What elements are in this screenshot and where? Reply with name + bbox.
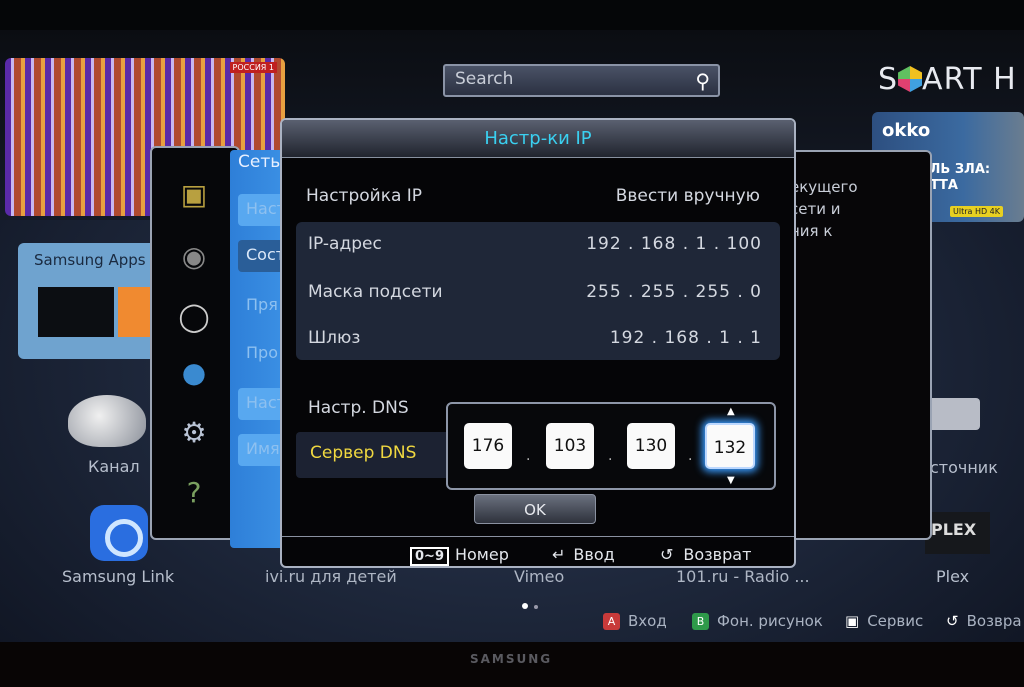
hint-label: Номер bbox=[454, 545, 509, 564]
octet-separator: . bbox=[526, 448, 531, 464]
green-b-button-icon: B bbox=[692, 613, 709, 630]
dns-octet-4[interactable]: 132 bbox=[705, 423, 755, 469]
settings-category-column: ▣ ◉ ◯ ● ⚙ ? bbox=[150, 146, 240, 540]
gear-icon[interactable]: ⚙ bbox=[172, 414, 216, 452]
dns-server-label: Сервер DNS bbox=[310, 443, 417, 463]
octet-separator: . bbox=[608, 448, 613, 464]
ip-setting-label: Настройка IP bbox=[306, 186, 423, 206]
tile-label-samsung-link: Samsung Link bbox=[62, 567, 175, 586]
increment-arrow-icon[interactable]: ▲ bbox=[727, 406, 735, 417]
channel-logo: РОССИЯ 1 bbox=[229, 62, 277, 73]
network-globe-icon[interactable]: ● bbox=[172, 354, 216, 392]
tile-label-ivi: ivi.ru для детей bbox=[265, 567, 397, 586]
description-text: екущего bbox=[790, 178, 858, 196]
tile-label-101ru: 101.ru - Radio ... bbox=[676, 567, 810, 586]
dns-setting-label: Настр. DNS bbox=[308, 398, 409, 418]
bottom-hint-return[interactable]: ↺ Возвра bbox=[946, 612, 1022, 630]
dns-octet-3[interactable]: 130 bbox=[627, 423, 675, 469]
plex-logo: PLEX bbox=[931, 520, 977, 539]
gateway-value[interactable]: 192 . 168 . 1 . 1 bbox=[610, 328, 762, 348]
hint-label: Возврат bbox=[683, 545, 752, 564]
subnet-mask-label: Маска подсети bbox=[308, 282, 443, 302]
picture-icon[interactable]: ▣ bbox=[172, 176, 216, 214]
bottom-hint-tools[interactable]: ▣ Сервис bbox=[845, 612, 923, 630]
hint-label: Вход bbox=[628, 612, 667, 630]
return-icon: ↺ bbox=[946, 612, 959, 630]
smart-hub-cube-icon bbox=[898, 66, 923, 92]
dialog-footer: 0~9 Номер ↵ Ввод ↺ Возврат bbox=[282, 536, 794, 566]
return-icon: ↺ bbox=[660, 545, 674, 564]
ip-settings-dialog: Настр-ки IP Настройка IP Ввести вручную … bbox=[280, 118, 796, 568]
samsung-logo: SAMSUNG bbox=[470, 652, 553, 666]
dns-server-row[interactable]: Сервер DNS bbox=[296, 432, 448, 478]
broadcast-icon[interactable]: ◯ bbox=[172, 298, 216, 336]
tools-icon: ▣ bbox=[845, 612, 860, 630]
page-dot-active[interactable] bbox=[522, 603, 528, 609]
subnet-mask-value[interactable]: 255 . 255 . 255 . 0 bbox=[586, 282, 762, 302]
okko-badge: Ultra HD 4K bbox=[950, 206, 1004, 217]
okko-logo: okko bbox=[882, 120, 931, 141]
dialog-header: Настр-ки IP bbox=[282, 120, 794, 158]
decrement-arrow-icon[interactable]: ▼ bbox=[727, 475, 735, 486]
tile-label-vimeo: Vimeo bbox=[514, 567, 565, 586]
ip-address-value[interactable]: 192 . 168 . 1 . 100 bbox=[586, 234, 762, 254]
dns-octet-1[interactable]: 176 bbox=[464, 423, 512, 469]
search-placeholder: Search bbox=[455, 69, 514, 89]
footer-return-hint[interactable]: ↺ Возврат bbox=[660, 545, 751, 564]
hint-label: Фон. рисунок bbox=[717, 612, 823, 630]
number-key-icon: 0~9 bbox=[410, 547, 449, 566]
enter-icon: ↵ bbox=[552, 545, 566, 564]
ip-setting-value[interactable]: Ввести вручную bbox=[616, 186, 760, 206]
network-title: Сеть bbox=[238, 152, 281, 172]
dns-octet-editor: 176 . 103 . 130 . 132 ▲ ▼ bbox=[446, 402, 776, 490]
description-text: сети и bbox=[790, 200, 841, 218]
samsung-apps-tile[interactable]: Samsung Apps bbox=[18, 243, 158, 359]
dialog-title: Настр-ки IP bbox=[484, 128, 592, 149]
footer-number-hint: 0~9 Номер bbox=[410, 545, 509, 566]
tile-label-channel: Канал bbox=[88, 457, 140, 476]
octet-separator: . bbox=[688, 448, 693, 464]
red-a-button-icon: A bbox=[603, 613, 620, 630]
dns-octet-2[interactable]: 103 bbox=[546, 423, 594, 469]
smart-hub-logo: S ART H bbox=[878, 62, 1017, 97]
plex-tile[interactable]: PLEX bbox=[925, 512, 990, 554]
sound-icon[interactable]: ◉ bbox=[172, 238, 216, 276]
hint-label: Возвра bbox=[966, 612, 1022, 630]
description-panel: екущего сети и ния к bbox=[780, 150, 932, 540]
hint-label: Сервис bbox=[867, 612, 924, 630]
gateway-label: Шлюз bbox=[308, 328, 361, 348]
page-indicator bbox=[522, 594, 544, 613]
tile-label: Samsung Apps bbox=[34, 251, 146, 269]
ip-address-label: IP-адрес bbox=[308, 234, 382, 254]
search-box[interactable]: Search ⚲ bbox=[443, 64, 720, 97]
footer-enter-hint: ↵ Ввод bbox=[552, 545, 615, 564]
description-text: ния к bbox=[790, 222, 833, 240]
app-thumbnail bbox=[38, 287, 114, 337]
search-icon: ⚲ bbox=[695, 69, 710, 93]
samsung-link-icon[interactable] bbox=[90, 505, 148, 561]
page-dot[interactable] bbox=[534, 605, 538, 609]
hint-label: Ввод bbox=[573, 545, 615, 564]
ip-fields-group: IP-адрес 192 . 168 . 1 . 100 Маска подсе… bbox=[296, 222, 780, 360]
ok-button[interactable]: OK bbox=[474, 494, 596, 524]
tile-label-plex: Plex bbox=[936, 567, 970, 586]
satellite-dish-icon[interactable] bbox=[68, 395, 146, 447]
bottom-hint-b[interactable]: B Фон. рисунок bbox=[692, 612, 823, 630]
help-icon[interactable]: ? bbox=[172, 474, 216, 512]
bottom-hint-a[interactable]: A Вход bbox=[603, 612, 667, 630]
